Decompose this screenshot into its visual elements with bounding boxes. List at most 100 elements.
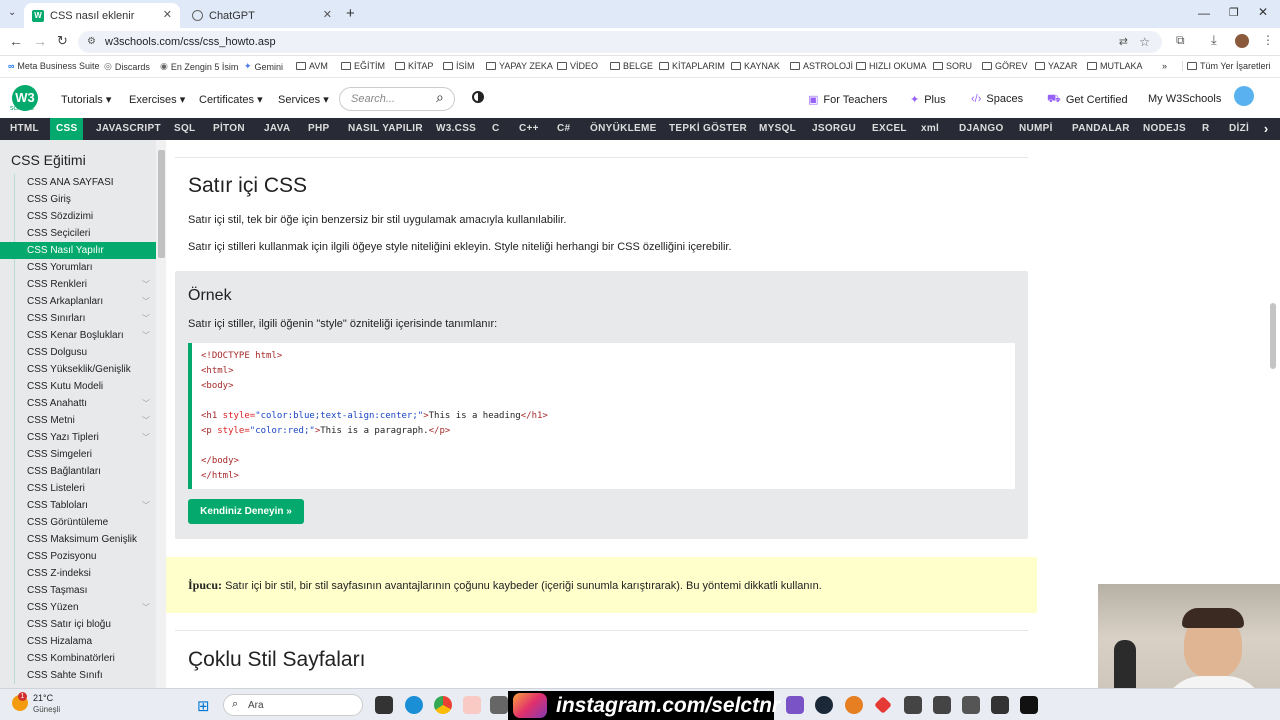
- restore-button[interactable]: ❐: [1229, 6, 1239, 19]
- tiktok-icon[interactable]: [1020, 696, 1038, 714]
- nav-csharp[interactable]: C#: [551, 118, 576, 140]
- menu-services[interactable]: Services ▾: [278, 93, 329, 106]
- nav-javascript[interactable]: JAVASCRIPT: [90, 118, 167, 140]
- sidebar-item[interactable]: CSS Kombinatörleri: [14, 650, 156, 667]
- address-bar[interactable]: ⚙ w3schools.com/css/css_howto.asp ⇄ ☆: [78, 31, 1162, 53]
- bookmark-item[interactable]: ◉ En Zengin 5 İsim: [160, 61, 238, 72]
- bookmark-folder[interactable]: KAYNAK: [731, 61, 780, 71]
- link-my-w3schools[interactable]: My W3Schools: [1148, 93, 1221, 105]
- edge-icon[interactable]: [405, 696, 423, 714]
- sidebar-item[interactable]: CSS Hizalama: [14, 633, 156, 650]
- tab-css[interactable]: W CSS nasıl eklenir ✕: [24, 3, 180, 28]
- bookmark-folder[interactable]: VİDEO: [557, 61, 598, 71]
- bookmark-item[interactable]: ✦ Gemini: [244, 61, 283, 72]
- all-bookmarks-folder[interactable]: Tüm Yer İşaretleri: [1182, 61, 1271, 71]
- app-icon[interactable]: [874, 696, 892, 714]
- bookmark-folder[interactable]: AVM: [296, 61, 328, 71]
- app-icon[interactable]: [962, 696, 980, 714]
- windows-start-icon[interactable]: ⊞: [197, 697, 210, 715]
- sidebar-scroll-thumb[interactable]: [158, 150, 165, 258]
- nav-tepki[interactable]: TEPKİ GÖSTER: [663, 118, 753, 140]
- app-icon[interactable]: [933, 696, 951, 714]
- bookmark-folder[interactable]: YAZAR: [1035, 61, 1077, 71]
- menu-certificates[interactable]: Certificates ▾: [199, 93, 263, 106]
- nav-css[interactable]: CSS: [50, 118, 84, 140]
- sidebar-item[interactable]: CSS Yüzen ﹀: [14, 599, 156, 616]
- extensions-icon[interactable]: ⧉: [1176, 33, 1185, 48]
- visual-studio-icon[interactable]: [786, 696, 804, 714]
- download-icon[interactable]: ⤓: [1211, 32, 1217, 48]
- nav-php[interactable]: PHP: [302, 118, 335, 140]
- sidebar-item[interactable]: CSS Giriş: [14, 191, 156, 208]
- bookmark-folder[interactable]: EĞİTİM: [341, 61, 385, 71]
- chevron-down-icon[interactable]: ﹀: [142, 429, 150, 446]
- chevron-down-icon[interactable]: ﹀: [142, 310, 150, 327]
- sidebar-item[interactable]: CSS Listeleri: [14, 480, 156, 497]
- sidebar-item[interactable]: CSS Satır içi bloğu: [14, 616, 156, 633]
- link-spaces[interactable]: ‹/› Spaces: [971, 93, 1023, 105]
- profile-avatar[interactable]: [1235, 34, 1249, 48]
- sidebar-item[interactable]: CSS Sahte Sınıfı: [14, 667, 156, 684]
- nav-next-icon[interactable]: ›: [1252, 118, 1280, 140]
- sidebar-item[interactable]: CSS Renkleri ﹀: [14, 276, 156, 293]
- search-icon[interactable]: ⌕: [436, 89, 444, 106]
- bookmark-item[interactable]: ◎ Discards: [104, 61, 150, 72]
- minimize-button[interactable]: —: [1198, 6, 1210, 20]
- forward-icon[interactable]: →: [33, 33, 47, 49]
- nav-nodejs[interactable]: NODEJS: [1137, 118, 1192, 140]
- more-bookmarks-button[interactable]: »: [1162, 61, 1167, 71]
- sidebar-item[interactable]: CSS Kutu Modeli: [14, 378, 156, 395]
- sidebar-item[interactable]: CSS Kenar Boşlukları ﹀: [14, 327, 156, 344]
- reload-icon[interactable]: ↻: [57, 33, 68, 49]
- sidebar-item[interactable]: CSS Z-indeksi: [14, 565, 156, 582]
- close-window-button[interactable]: ✕: [1258, 5, 1268, 19]
- page-scroll-thumb[interactable]: [1270, 303, 1276, 369]
- translate-icon[interactable]: ⇄: [1119, 31, 1128, 53]
- sidebar-item[interactable]: CSS Anahattı ﹀: [14, 395, 156, 412]
- nav-r[interactable]: R: [1196, 118, 1216, 140]
- nav-cpp[interactable]: C++: [513, 118, 545, 140]
- sidebar-item[interactable]: CSS Yükseklik/Genişlik: [14, 361, 156, 378]
- back-icon[interactable]: ←: [9, 33, 23, 49]
- bookmark-item[interactable]: ∞ Meta Business Suite: [8, 61, 99, 71]
- chevron-down-icon[interactable]: ﹀: [142, 293, 150, 310]
- sidebar-item[interactable]: CSS Pozisyonu: [14, 548, 156, 565]
- sidebar-item[interactable]: CSS Nasıl Yapılır: [0, 242, 156, 259]
- sidebar-item[interactable]: CSS Görüntüleme: [14, 514, 156, 531]
- sidebar-item[interactable]: CSS Dolgusu: [14, 344, 156, 361]
- nav-html[interactable]: HTML: [4, 118, 45, 140]
- nav-excel[interactable]: EXCEL: [866, 118, 913, 140]
- site-info-icon[interactable]: ⚙: [87, 31, 96, 53]
- nav-w3css[interactable]: W3.CSS: [430, 118, 482, 140]
- nav-dizi[interactable]: DİZİ: [1223, 118, 1255, 140]
- sidebar-item[interactable]: CSS Yorumları: [14, 259, 156, 276]
- tab-chatgpt[interactable]: ChatGPT ✕: [184, 3, 340, 28]
- chevron-down-icon[interactable]: ﹀: [142, 497, 150, 514]
- sidebar-item[interactable]: CSS Seçicileri: [14, 225, 156, 242]
- sidebar-item[interactable]: CSS Taşması: [14, 582, 156, 599]
- close-icon[interactable]: ✕: [323, 8, 332, 21]
- app-icon[interactable]: [845, 696, 863, 714]
- bookmark-folder[interactable]: BELGE: [610, 61, 653, 71]
- menu-tutorials[interactable]: Tutorials ▾: [61, 93, 111, 106]
- new-tab-button[interactable]: +: [346, 5, 355, 22]
- nav-onyukleme[interactable]: ÖNYÜKLEME: [584, 118, 663, 140]
- nav-sql[interactable]: SQL: [168, 118, 201, 140]
- app-icon[interactable]: [463, 696, 481, 714]
- nav-numpi[interactable]: NUMPİ: [1013, 118, 1059, 140]
- sidebar-item[interactable]: CSS Tabloları ﹀: [14, 497, 156, 514]
- bookmark-folder[interactable]: KİTAP: [395, 61, 433, 71]
- menu-icon[interactable]: ⋮: [1262, 33, 1274, 47]
- link-plus[interactable]: ✦ Plus: [910, 93, 946, 107]
- bookmark-folder[interactable]: ASTROLOJİ: [790, 61, 853, 71]
- chrome-icon[interactable]: [434, 696, 452, 714]
- bookmark-folder[interactable]: MUTLAKA: [1087, 61, 1143, 71]
- nav-piton[interactable]: PİTON: [207, 118, 251, 140]
- sidebar-item[interactable]: CSS Bağlantıları: [14, 463, 156, 480]
- task-view-icon[interactable]: [375, 696, 393, 714]
- chevron-down-icon[interactable]: ﹀: [142, 395, 150, 412]
- bookmark-folder[interactable]: İSİM: [443, 61, 475, 71]
- sidebar-item[interactable]: CSS ANA SAYFASI: [14, 174, 156, 191]
- nav-mysql[interactable]: MYSQL: [753, 118, 802, 140]
- nav-xml[interactable]: xml: [915, 118, 945, 140]
